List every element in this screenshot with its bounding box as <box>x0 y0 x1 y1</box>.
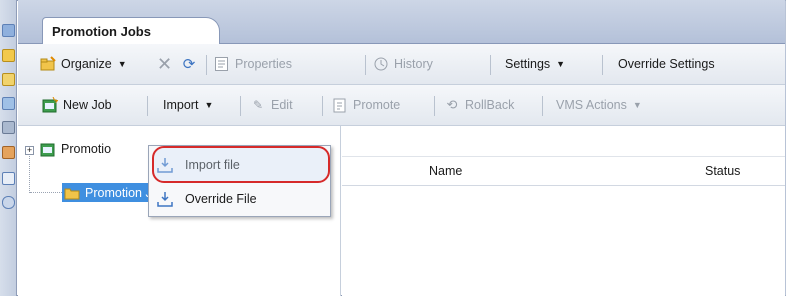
settings-dropdown[interactable]: Settings ▼ <box>505 44 565 84</box>
action-toolbar: New Job Import ▼ ✎ Edit Promote ⟲ RollBa… <box>18 85 785 126</box>
promote-button[interactable]: Promote <box>332 85 400 125</box>
promote-icon <box>332 97 348 113</box>
import-dropdown[interactable]: Import ▼ <box>163 85 213 125</box>
reports-icon[interactable] <box>2 97 15 110</box>
edit-icon: ✎ <box>252 98 264 112</box>
folder-open-icon[interactable] <box>2 73 15 86</box>
delete-icon: ✕ <box>157 53 173 74</box>
properties-button[interactable]: Properties <box>214 44 292 84</box>
tree-root-label: Promotio <box>61 142 112 156</box>
override-file-icon <box>157 191 173 207</box>
jobs-grid: Name Status <box>342 126 785 296</box>
new-job-label: New Job <box>63 98 112 112</box>
menu-item-label: Override File <box>185 192 257 206</box>
mail-icon[interactable] <box>2 172 15 185</box>
rollback-label: RollBack <box>465 98 515 112</box>
organize-label: Organize <box>61 57 112 71</box>
chevron-down-icon: ▼ <box>556 59 566 69</box>
jobs-icon[interactable] <box>2 121 15 134</box>
refresh-button[interactable]: ⟳ <box>181 44 202 84</box>
tab-band: Promotion Jobs <box>18 0 785 45</box>
vms-actions-dropdown[interactable]: VMS Actions ▼ <box>556 85 642 125</box>
home-icon[interactable] <box>2 24 15 37</box>
column-header-status[interactable]: Status <box>705 164 740 178</box>
tree-root-node[interactable]: Promotio <box>40 141 111 157</box>
import-label: Import <box>163 98 199 112</box>
history-label: History <box>394 57 433 71</box>
organize-icon <box>40 56 56 72</box>
chevron-down-icon: ▼ <box>204 100 214 110</box>
database-icon[interactable] <box>2 196 15 209</box>
override-settings-button[interactable]: Override Settings <box>618 44 715 84</box>
edit-label: Edit <box>271 98 293 112</box>
rollback-button[interactable]: ⟲ RollBack <box>444 85 515 125</box>
override-settings-label: Override Settings <box>618 57 715 71</box>
menu-item-override-file[interactable]: Override File <box>149 182 330 216</box>
rollback-icon: ⟲ <box>446 97 458 112</box>
vms-actions-label: VMS Actions <box>556 98 627 112</box>
highlight-outline <box>152 146 330 183</box>
history-icon <box>373 56 389 72</box>
folder-icon <box>64 185 80 201</box>
grid-header: Name Status <box>342 156 785 186</box>
jobs-root-icon <box>40 141 56 157</box>
history-button[interactable]: History <box>373 44 433 84</box>
main-toolbar: Organize ▼ ✕ ⟳ Properties History Settin… <box>18 44 785 85</box>
chevron-down-icon: ▼ <box>117 59 127 69</box>
column-header-name[interactable]: Name <box>429 164 462 178</box>
new-job-button[interactable]: New Job <box>42 85 112 125</box>
settings-label: Settings <box>505 57 551 71</box>
expand-toggle[interactable]: + <box>25 146 34 155</box>
promote-label: Promote <box>353 98 401 112</box>
delete-button[interactable]: ✕ <box>157 44 172 84</box>
chevron-down-icon: ▼ <box>632 100 642 110</box>
tab-promotion-jobs[interactable]: Promotion Jobs <box>42 17 220 45</box>
new-job-icon <box>42 97 58 113</box>
edit-button[interactable]: ✎ Edit <box>250 85 293 125</box>
properties-icon <box>214 56 230 72</box>
users-icon[interactable] <box>2 146 15 159</box>
left-icon-rail <box>0 0 17 296</box>
properties-label: Properties <box>235 57 292 71</box>
folder-icon[interactable] <box>2 49 15 62</box>
refresh-icon: ⟳ <box>182 56 196 73</box>
organize-button[interactable]: Organize ▼ <box>40 44 127 84</box>
tab-title: Promotion Jobs <box>52 24 151 39</box>
